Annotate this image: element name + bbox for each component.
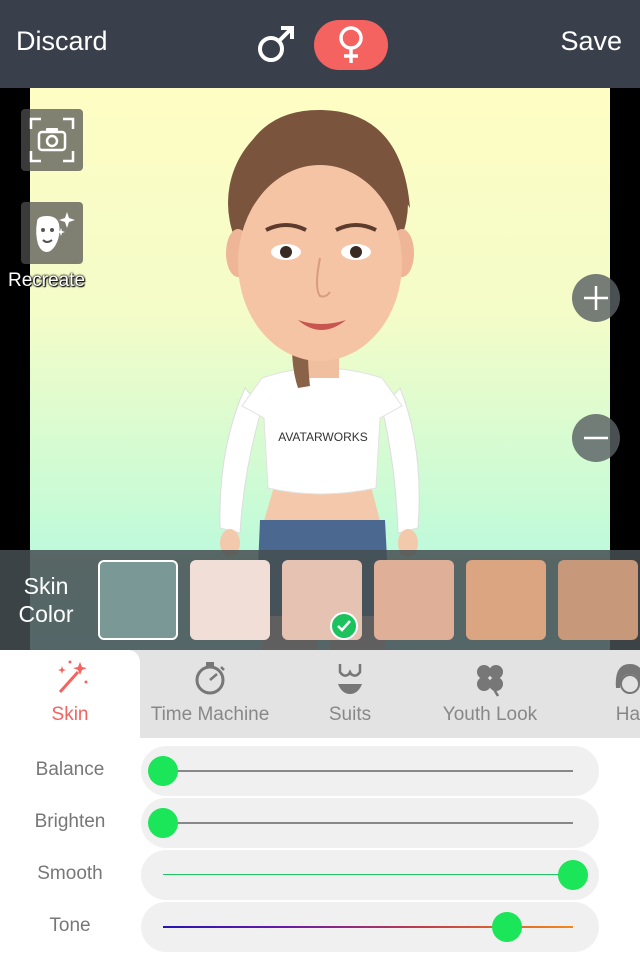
slider-row-tone: Tone bbox=[0, 901, 640, 953]
female-gender-button[interactable] bbox=[314, 20, 388, 70]
magic-wand-icon bbox=[58, 660, 88, 694]
male-symbol-icon bbox=[258, 26, 294, 62]
skin-swatch-5[interactable] bbox=[466, 560, 546, 640]
balance-slider-knob[interactable] bbox=[148, 756, 178, 786]
bikini-icon bbox=[338, 664, 362, 694]
tab-skin[interactable]: Skin bbox=[0, 650, 140, 738]
brighten-track bbox=[163, 822, 573, 824]
smooth-slider[interactable] bbox=[141, 850, 599, 900]
shirt-brand-text: AVATARWORKS bbox=[278, 430, 368, 444]
skin-swatch-4[interactable] bbox=[374, 560, 454, 640]
slider-row-balance: Balance bbox=[0, 745, 640, 797]
tab-skin-label: Skin bbox=[51, 704, 89, 725]
tab-time-machine[interactable]: Time Machine bbox=[140, 650, 280, 738]
clover-icon bbox=[477, 665, 503, 697]
smooth-slider-knob[interactable] bbox=[558, 860, 588, 890]
face-sparkle-icon bbox=[36, 212, 75, 252]
balance-track bbox=[163, 770, 573, 772]
smooth-track bbox=[163, 874, 573, 875]
tone-slider-knob[interactable] bbox=[492, 912, 523, 942]
skin-color-label-line2: Color bbox=[18, 601, 74, 627]
capture-photo-button[interactable] bbox=[21, 109, 83, 171]
zoom-in-button[interactable] bbox=[572, 274, 620, 322]
slider-label-balance: Balance bbox=[35, 759, 105, 780]
save-button[interactable]: Save bbox=[560, 26, 622, 57]
stopwatch-icon bbox=[195, 662, 225, 695]
tab-youth-look-label: Youth Look bbox=[442, 704, 538, 725]
tab-suits-label: Suits bbox=[328, 704, 372, 725]
slider-label-tone: Tone bbox=[49, 915, 91, 936]
selected-check-icon bbox=[330, 612, 358, 640]
skin-swatch-2[interactable] bbox=[190, 560, 270, 640]
male-gender-button[interactable] bbox=[254, 21, 300, 67]
slider-label-brighten: Brighten bbox=[34, 811, 106, 832]
discard-button[interactable]: Discard bbox=[16, 26, 108, 57]
slider-label-smooth: Smooth bbox=[37, 863, 103, 884]
tab-time-machine-label: Time Machine bbox=[150, 704, 270, 725]
camera-frame-icon bbox=[29, 117, 75, 163]
zoom-out-button[interactable] bbox=[572, 414, 620, 462]
adjustment-sliders: Balance Brighten Smooth Tone bbox=[0, 738, 640, 960]
skin-color-label-line1: Skin bbox=[23, 573, 69, 599]
tab-hair-label: Hai bbox=[615, 704, 640, 725]
top-bar: Discard Save bbox=[0, 0, 640, 88]
hair-icon bbox=[615, 664, 640, 694]
recreate-label: Recreate bbox=[8, 270, 86, 291]
plus-icon bbox=[584, 286, 608, 310]
balance-slider[interactable] bbox=[141, 746, 599, 796]
skin-swatch-3[interactable] bbox=[282, 560, 362, 640]
tab-youth-look[interactable]: Youth Look bbox=[420, 650, 560, 738]
recreate-button[interactable] bbox=[21, 202, 83, 264]
tab-suits[interactable]: Suits bbox=[280, 650, 420, 738]
skin-swatch-6[interactable] bbox=[558, 560, 638, 640]
skin-color-label: Skin Color bbox=[10, 572, 82, 628]
female-symbol-icon bbox=[339, 26, 363, 63]
slider-row-brighten: Brighten bbox=[0, 797, 640, 849]
brighten-slider-knob[interactable] bbox=[148, 808, 178, 838]
skin-swatch-1[interactable] bbox=[98, 560, 178, 640]
feature-tab-bar: Skin Time Machine Suits Youth Look Ha bbox=[0, 650, 640, 738]
tab-hair[interactable]: Hai bbox=[560, 650, 640, 738]
brighten-slider[interactable] bbox=[141, 798, 599, 848]
skin-color-picker: Skin Color bbox=[0, 550, 640, 650]
tone-slider[interactable] bbox=[141, 902, 599, 952]
slider-row-smooth: Smooth bbox=[0, 849, 640, 901]
minus-icon bbox=[584, 436, 608, 440]
